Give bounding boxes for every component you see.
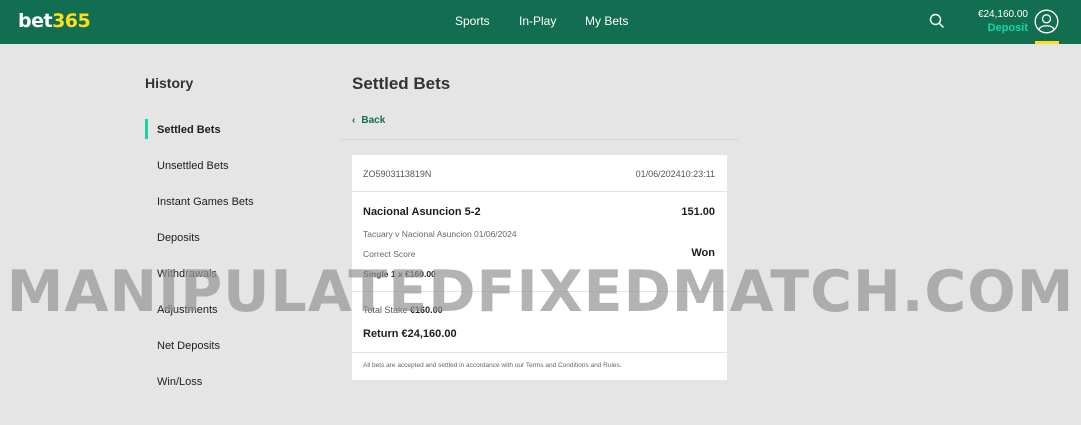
sidebar-title: History — [145, 75, 194, 91]
bet-market: Correct Score — [363, 249, 416, 259]
sidebar-item-withdrawals[interactable]: Withdrawals — [157, 268, 217, 280]
bet-odds: 151.00 — [681, 206, 715, 218]
total-stake-label: Total Stake — [363, 305, 408, 315]
terms-text: All bets are accepted and settled in acc… — [363, 362, 622, 369]
bet-reference: ZO5903113819N — [363, 169, 432, 179]
logo-text-365: 365 — [52, 10, 91, 32]
card-divider — [352, 352, 727, 353]
bet-result: Won — [691, 247, 715, 259]
deposit-button[interactable]: Deposit — [988, 22, 1028, 34]
header-divider — [341, 139, 738, 140]
sidebar-item-adjustments[interactable]: Adjustments — [157, 304, 218, 316]
account-indicator-bar — [1035, 41, 1059, 44]
total-stake: Total Stake €160.00 — [363, 305, 443, 315]
logo-text-bet: bet — [18, 10, 53, 32]
bet365-logo[interactable]: bet365 — [18, 10, 91, 32]
bet-event: Tacuary v Nacional Asuncion 01/06/2024 — [363, 229, 517, 239]
nav-my-bets[interactable]: My Bets — [585, 14, 628, 28]
back-label: Back — [361, 115, 386, 126]
sidebar-active-indicator — [145, 119, 148, 139]
account-balance: €24,160.00 — [977, 9, 1028, 20]
return-label: Return — [363, 328, 399, 340]
sidebar-item-win-loss[interactable]: Win/Loss — [157, 376, 202, 388]
nav-sports[interactable]: Sports — [455, 14, 490, 28]
return-value: €24,160.00 — [401, 328, 457, 340]
bet-card: ZO5903113819N 01/06/202410:23:11 Naciona… — [352, 155, 727, 380]
nav-in-play[interactable]: In-Play — [519, 14, 556, 28]
user-account-icon[interactable] — [1034, 9, 1059, 34]
back-link[interactable]: ‹ Back — [352, 115, 385, 126]
search-icon[interactable] — [929, 13, 945, 29]
bet-selection: Nacional Asuncion 5-2 — [363, 206, 481, 218]
sidebar-item-deposits[interactable]: Deposits — [157, 232, 200, 244]
total-stake-value: €160.00 — [410, 305, 443, 315]
bet-type: Single 1 x €160.00 — [363, 269, 436, 279]
sidebar-item-settled-bets[interactable]: Settled Bets — [157, 124, 221, 136]
sidebar-item-unsettled-bets[interactable]: Unsettled Bets — [157, 160, 229, 172]
bet-return: Return €24,160.00 — [363, 328, 457, 340]
card-divider — [352, 291, 727, 292]
top-bar: bet365 Sports In-Play My Bets €24,160.00… — [0, 0, 1081, 44]
sidebar-item-net-deposits[interactable]: Net Deposits — [157, 340, 220, 352]
card-divider — [352, 191, 727, 192]
sidebar-item-instant-games-bets[interactable]: Instant Games Bets — [157, 196, 254, 208]
bet-datetime: 01/06/202410:23:11 — [635, 169, 715, 179]
chevron-left-icon: ‹ — [352, 115, 356, 126]
page-title: Settled Bets — [352, 74, 451, 93]
